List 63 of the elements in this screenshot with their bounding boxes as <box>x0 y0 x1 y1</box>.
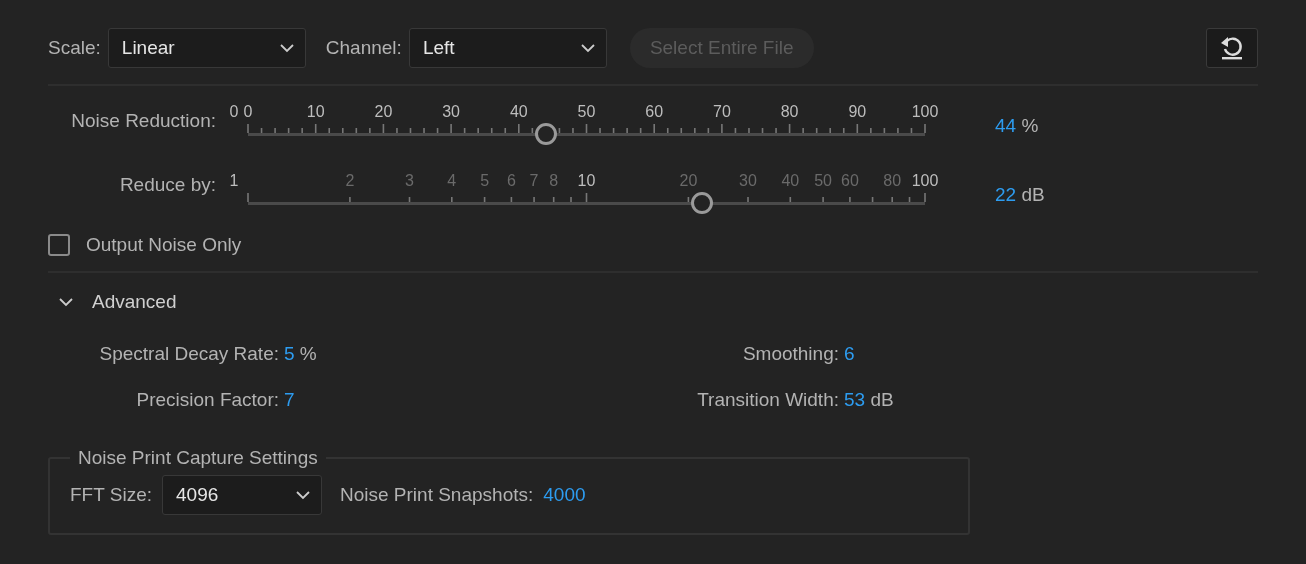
unit-label: dB <box>1021 184 1045 205</box>
chevron-down-icon <box>295 490 311 500</box>
reset-button[interactable] <box>1206 28 1258 68</box>
parameter-label: Transition Width: <box>696 389 839 411</box>
section-title[interactable]: Advanced <box>92 291 177 313</box>
tick-label: 7 <box>529 172 539 190</box>
tick-label: 80 <box>883 172 902 190</box>
scale-label: Scale: <box>48 37 101 59</box>
channel-label: Channel: <box>325 37 402 59</box>
snapshots-label: Noise Print Snapshots: <box>340 484 534 506</box>
tick-label: 8 <box>549 172 559 190</box>
tick-label: 4 <box>447 172 457 190</box>
tick-label: 5 <box>480 172 490 190</box>
tick-label: 0 <box>243 103 253 121</box>
tick-label: 100 <box>911 172 939 190</box>
parameter-value[interactable]: 5 <box>284 343 295 364</box>
chevron-down-icon <box>579 43 596 53</box>
unit-label: % <box>299 343 317 364</box>
tick-label: 50 <box>577 103 596 121</box>
slider-thumb[interactable] <box>690 191 715 215</box>
fft-size-dropdown[interactable]: 4096 <box>162 475 322 515</box>
checkbox-label: Output Noise Only <box>86 234 242 256</box>
tick-label: 30 <box>442 103 460 121</box>
parameter-value[interactable]: 6 <box>844 343 855 364</box>
tick-label: 6 <box>506 172 516 190</box>
snapshots-value[interactable]: 4000 <box>543 484 586 506</box>
tick-label: 3 <box>405 172 414 190</box>
tick-label: 2 <box>345 172 355 190</box>
channel-dropdown[interactable]: Left <box>408 28 607 68</box>
tick-label: 100 <box>911 103 939 121</box>
parameter-label: Spectral Decay Rate: <box>98 343 279 365</box>
tick-label: 90 <box>848 103 867 121</box>
tick-label: 80 <box>780 103 799 121</box>
fft-size-label: FFT Size: <box>70 484 152 506</box>
group-title: Noise Print Capture Settings <box>77 447 319 469</box>
tick-label: 60 <box>645 103 664 121</box>
tick-label: 0 <box>229 103 239 121</box>
tick-label: 40 <box>509 103 528 121</box>
tick-label: 10 <box>306 103 325 121</box>
tick-label: 70 <box>713 103 731 121</box>
parameter-value[interactable]: 7 <box>284 389 295 410</box>
tick-label: 60 <box>841 172 859 190</box>
slider-value[interactable]: 44 <box>995 115 1017 136</box>
tick-label: 50 <box>814 172 832 190</box>
slider-value[interactable]: 22 <box>995 184 1017 205</box>
parameter-value[interactable]: 53 <box>844 389 866 410</box>
tick-label: 10 <box>577 172 596 190</box>
tick-label: 20 <box>374 103 393 121</box>
checkbox[interactable] <box>48 234 70 256</box>
chevron-icon[interactable] <box>58 296 74 308</box>
slider-label: Noise Reduction: <box>70 110 216 132</box>
scale-dropdown[interactable]: Linear <box>107 28 306 68</box>
tick-label: 40 <box>781 172 800 190</box>
slider-label: Reduce by: <box>118 174 216 196</box>
slider-thumb[interactable] <box>533 122 558 146</box>
tick-label: 30 <box>739 172 757 190</box>
tick-label: 1 <box>229 172 239 190</box>
tick-label: 20 <box>679 172 698 190</box>
chevron-down-icon <box>278 43 295 53</box>
unit-label: dB <box>870 389 894 410</box>
unit-label: % <box>1021 115 1039 136</box>
parameter-label: Precision Factor: <box>135 389 279 411</box>
parameter-label: Smoothing: <box>741 343 839 365</box>
